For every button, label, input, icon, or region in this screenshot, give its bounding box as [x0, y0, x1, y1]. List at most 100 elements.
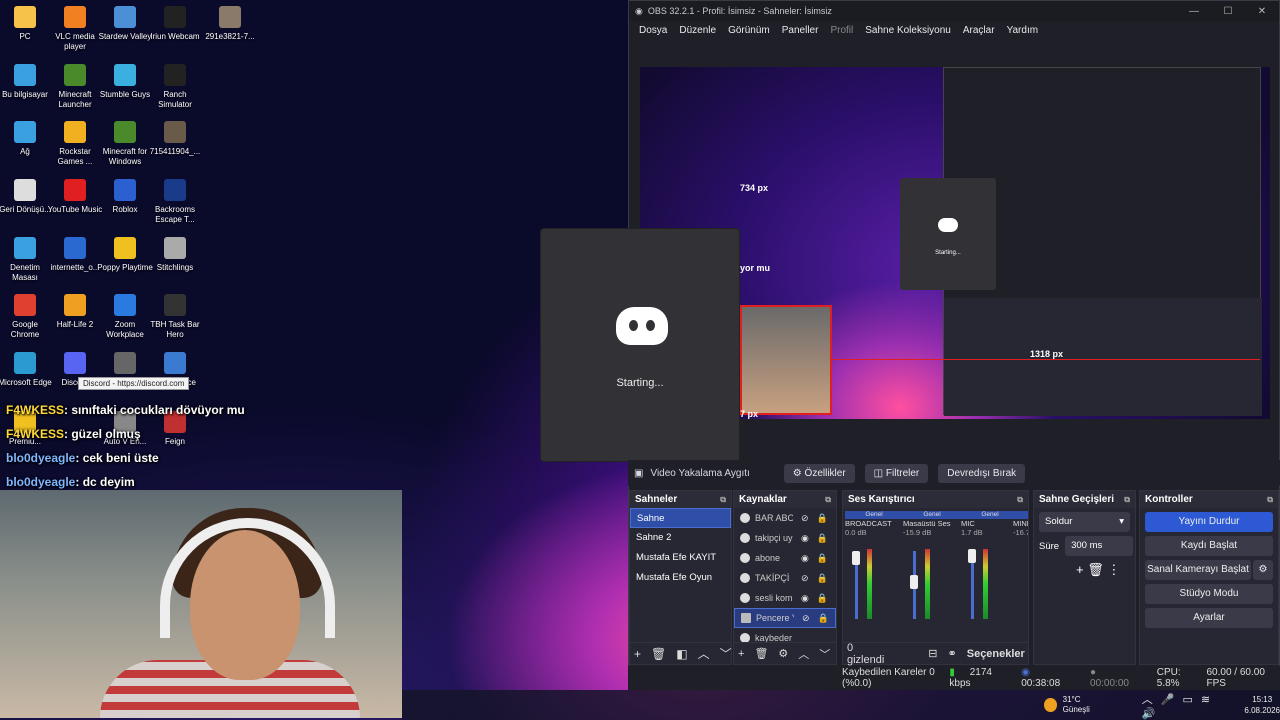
- desktop-icon[interactable]: Microsoft Edge: [0, 348, 53, 388]
- deactivate-button[interactable]: Devredışı Bırak: [938, 463, 1026, 483]
- source-item[interactable]: abone ◉ 🔒: [734, 548, 836, 568]
- desktop-icon[interactable]: internette_o...: [47, 233, 103, 273]
- desktop-icon[interactable]: Ranch Simulator: [147, 60, 203, 110]
- desktop-icon[interactable]: Geri Dönüşü...: [0, 175, 53, 215]
- desktop-icon[interactable]: Half-Life 2: [47, 290, 103, 330]
- start-record-button[interactable]: Kaydı Başlat: [1145, 536, 1273, 556]
- more-icon[interactable]: ⋮: [1107, 562, 1120, 577]
- add-icon[interactable]: +: [1076, 562, 1084, 577]
- volume-slider[interactable]: [852, 551, 860, 565]
- desktop-icon[interactable]: 291e3821-7...: [202, 2, 258, 42]
- filter-icon[interactable]: ◧: [676, 647, 687, 661]
- gear-icon[interactable]: ⚙: [1253, 560, 1273, 580]
- desktop-icon[interactable]: YouTube Music: [47, 175, 103, 215]
- source-item[interactable]: Pencere Y ⊘ 🔒: [734, 608, 836, 628]
- menu-yardim[interactable]: Yardım: [1007, 25, 1039, 36]
- desktop-icon[interactable]: Stumble Guys: [97, 60, 153, 100]
- gear-icon[interactable]: ⚙: [778, 647, 788, 660]
- menu-paneller[interactable]: Paneller: [782, 25, 819, 36]
- desktop-icon[interactable]: Minecraft Launcher: [47, 60, 103, 110]
- scene-item[interactable]: Sahne 2: [630, 528, 731, 548]
- desktop-icon[interactable]: VLC media player: [47, 2, 103, 52]
- studio-mode-button[interactable]: Stüdyo Modu: [1145, 584, 1273, 604]
- pin-icon[interactable]: ⧉: [720, 495, 726, 505]
- options-button[interactable]: Seçenekler: [967, 648, 1025, 660]
- desktop-icon[interactable]: Rockstar Games ...: [47, 117, 103, 167]
- trash-icon[interactable]: 🗑: [1087, 562, 1104, 577]
- mic-icon[interactable]: 🎤: [1161, 694, 1183, 706]
- menu-profil[interactable]: Profil: [830, 25, 853, 36]
- close-icon[interactable]: ✕: [1245, 6, 1279, 17]
- desktop-icon[interactable]: TBH Task Bar Hero: [147, 290, 203, 340]
- add-icon[interactable]: +: [634, 647, 641, 661]
- visibility-off-icon[interactable]: ⊘: [801, 513, 809, 524]
- link-icon[interactable]: ⚭: [948, 647, 957, 660]
- layout-icon[interactable]: ⊟: [928, 647, 937, 660]
- menu-sahne-koleksiyonu[interactable]: Sahne Koleksiyonu: [865, 25, 951, 36]
- clock[interactable]: 15:13 6.08.2026: [1244, 694, 1280, 716]
- speaker-icon[interactable]: 🔊: [1142, 708, 1164, 720]
- visibility-off-icon[interactable]: ⊘: [801, 573, 809, 584]
- eye-icon[interactable]: ◉: [801, 533, 809, 544]
- lock-icon[interactable]: 🔒: [817, 513, 828, 524]
- weather-widget[interactable]: 31°C Güneşli: [1063, 695, 1090, 715]
- eye-icon[interactable]: ◉: [801, 553, 809, 564]
- settings-button[interactable]: Ayarlar: [1145, 608, 1273, 628]
- menu-araclar[interactable]: Araçlar: [963, 25, 995, 36]
- up-icon[interactable]: ︿: [698, 645, 710, 662]
- desktop-icon[interactable]: Iriun Webcam: [147, 2, 203, 42]
- desktop-icon[interactable]: PC: [0, 2, 53, 42]
- webcam-source-box[interactable]: [740, 305, 832, 415]
- desktop-icon[interactable]: Backrooms Escape T...: [147, 175, 203, 225]
- desktop-icon[interactable]: 715411904_...: [147, 117, 203, 157]
- eye-icon[interactable]: ◉: [801, 593, 809, 604]
- lock-icon[interactable]: 🔒: [817, 533, 828, 544]
- wifi-icon[interactable]: ≋: [1201, 694, 1218, 706]
- properties-button[interactable]: ⚙ Özellikler: [783, 463, 855, 483]
- add-icon[interactable]: +: [738, 648, 744, 660]
- pin-icon[interactable]: ⧉: [1017, 495, 1023, 505]
- pin-icon[interactable]: ⧉: [1124, 495, 1130, 505]
- desktop-icon[interactable]: Roblox: [97, 175, 153, 215]
- display-icon[interactable]: ▭: [1182, 694, 1200, 706]
- maximize-icon[interactable]: ☐: [1211, 6, 1245, 17]
- source-item[interactable]: sesli kom ◉ 🔒: [734, 588, 836, 608]
- stop-stream-button[interactable]: Yayını Durdur: [1145, 512, 1273, 532]
- desktop-icon[interactable]: Stitchlings: [147, 233, 203, 273]
- lock-icon[interactable]: 🔒: [817, 553, 828, 564]
- filters-button[interactable]: ◫ Filtreler: [864, 463, 929, 483]
- lock-icon[interactable]: 🔒: [818, 613, 829, 624]
- source-item[interactable]: TAKİPÇİ ⊘ 🔒: [734, 568, 836, 588]
- pin-icon[interactable]: ⧉: [1267, 495, 1273, 505]
- desktop-icon[interactable]: Google Chrome: [0, 290, 53, 340]
- desktop-icon[interactable]: Bu bilgisayar: [0, 60, 53, 100]
- scene-item[interactable]: Sahne: [630, 508, 731, 528]
- transition-select[interactable]: Soldur ▾: [1039, 512, 1130, 532]
- trash-icon[interactable]: 🗑: [754, 647, 768, 660]
- up-icon[interactable]: ︿: [798, 646, 809, 662]
- volume-slider[interactable]: [910, 575, 918, 589]
- scene-item[interactable]: Mustafa Efe Oyun: [630, 568, 731, 588]
- pin-icon[interactable]: ⧉: [825, 495, 831, 505]
- menu-duzenle[interactable]: Düzenle: [679, 25, 716, 36]
- desktop-icon[interactable]: Poppy Playtime: [97, 233, 153, 273]
- desktop-icon[interactable]: Zoom Workplace: [97, 290, 153, 340]
- down-icon[interactable]: ﹀: [819, 646, 830, 662]
- desktop-icon[interactable]: Stardew Valley: [97, 2, 153, 42]
- volume-slider[interactable]: [968, 549, 976, 563]
- desktop-icon[interactable]: Minecraft for Windows: [97, 117, 153, 167]
- visibility-off-icon[interactable]: ⊘: [802, 613, 810, 624]
- trash-icon[interactable]: 🗑: [651, 647, 666, 661]
- start-vcam-button[interactable]: Sanal Kamerayı Başlat: [1145, 560, 1251, 580]
- scene-item[interactable]: Mustafa Efe KAYIT: [630, 548, 731, 568]
- lock-icon[interactable]: 🔒: [817, 573, 828, 584]
- source-item[interactable]: BAR ABO ⊘ 🔒: [734, 508, 836, 528]
- menu-gorunum[interactable]: Görünüm: [728, 25, 770, 36]
- minimize-icon[interactable]: —: [1177, 6, 1211, 17]
- chevron-up-icon[interactable]: ︿: [1142, 694, 1161, 706]
- desktop-icon[interactable]: Ağ: [0, 117, 53, 157]
- down-icon[interactable]: ﹀: [720, 645, 732, 662]
- source-item[interactable]: takipçi uy ◉ 🔒: [734, 528, 836, 548]
- menu-dosya[interactable]: Dosya: [639, 25, 667, 36]
- duration-input[interactable]: 300 ms: [1065, 536, 1134, 556]
